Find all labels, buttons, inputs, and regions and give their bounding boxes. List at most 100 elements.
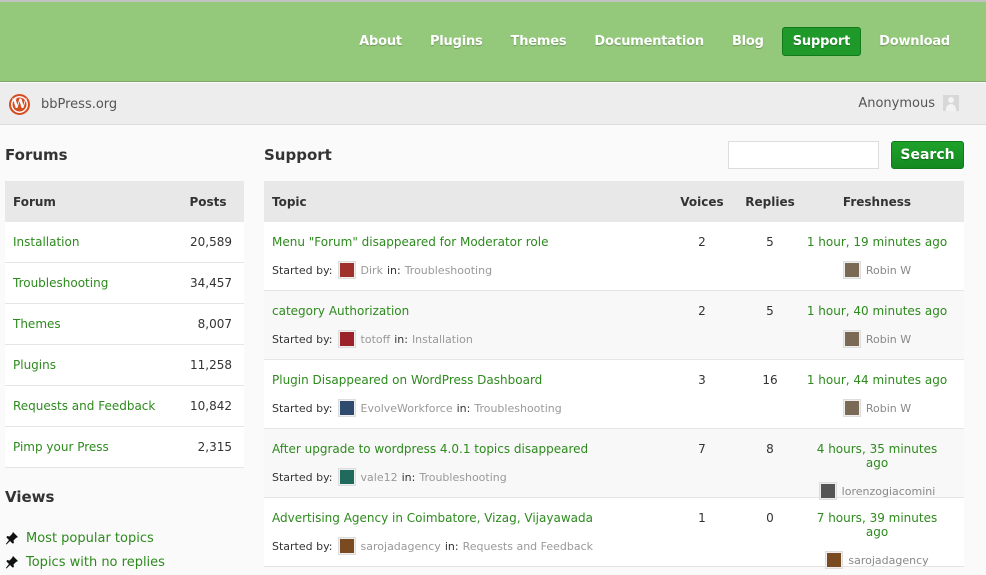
top-navigation-bar: About Plugins Themes Documentation Blog … [0,0,986,82]
forum-link[interactable]: Troubleshooting [5,276,184,290]
last-poster-avatar-icon [842,261,861,279]
author-link[interactable]: totoff [361,333,391,346]
freshness-link[interactable]: 1 hour, 19 minutes ago [804,235,950,249]
voices-count: 3 [698,373,706,387]
forum-link[interactable]: Themes [5,317,184,331]
forum-link[interactable]: Installation [5,235,184,249]
search-input[interactable] [728,141,879,169]
started-by-label: Started by: [272,263,333,277]
user-avatar-icon [943,95,959,111]
nav-blog[interactable]: Blog [718,27,778,56]
user-menu[interactable]: Anonymous [858,95,959,111]
freshness-cell: 7 hours, 39 minutes ago sarojadagency [804,498,964,569]
brand-link[interactable]: W bbPress.org [9,94,117,115]
freshness-cell: 1 hour, 19 minutes ago Robin W [804,222,964,290]
topics-table-header: Topic Voices Replies Freshness [264,181,964,222]
freshness-cell: 1 hour, 44 minutes ago Robin W [804,360,964,428]
pin-icon [5,532,18,545]
author-link[interactable]: sarojadagency [361,540,441,553]
view-most-popular[interactable]: Most popular topics [5,526,165,550]
topic-cell: After upgrade to wordpress 4.0.1 topics … [264,429,668,497]
voices-column-header: Voices [680,194,724,209]
freshness-cell: 4 hours, 35 minutes ago lorenzogiacomini [804,429,964,500]
topic-forum-link[interactable]: Requests and Feedback [463,540,594,553]
nav-about[interactable]: About [345,27,416,56]
forums-table-header: Forum Posts [5,181,244,222]
topic-title-link[interactable]: After upgrade to wordpress 4.0.1 topics … [272,442,668,456]
site-name: bbPress.org [41,97,118,112]
freshness-column-header: Freshness [842,194,912,209]
forum-row: Themes 8,007 [5,304,244,345]
view-label: Most popular topics [26,530,154,546]
site-bar: W bbPress.org Anonymous [0,83,986,125]
replies-count: 8 [766,442,774,456]
forum-link[interactable]: Requests and Feedback [5,399,184,413]
topic-column-header: Topic [272,194,307,209]
forum-post-count: 10,842 [190,399,232,413]
forum-row: Pimp your Press 2,315 [5,427,244,468]
nav-plugins[interactable]: Plugins [416,27,497,56]
forum-link[interactable]: Pimp your Press [5,440,184,454]
last-poster[interactable]: Robin W [804,261,950,279]
topic-title-link[interactable]: Menu "Forum" disappeared for Moderator r… [272,235,668,249]
nav-documentation[interactable]: Documentation [580,27,718,56]
support-heading: Support [264,146,332,164]
author-avatar-icon[interactable] [337,537,356,555]
topic-forum-link[interactable]: Troubleshooting [405,264,492,277]
nav-support[interactable]: Support [781,27,862,56]
forum-row: Plugins 11,258 [5,345,244,386]
topic-meta: Started by: vale12 in: Troubleshooting [272,468,668,486]
posts-column-header: Posts [189,194,227,209]
topic-forum-link[interactable]: Troubleshooting [419,471,506,484]
author-link[interactable]: Dirk [361,264,383,277]
replies-count: 5 [766,235,774,249]
views-heading: Views [5,488,55,506]
topic-title-link[interactable]: Plugin Disappeared on WordPress Dashboar… [272,373,668,387]
started-by-label: Started by: [272,470,333,484]
last-poster[interactable]: Robin W [804,399,950,417]
author-avatar-icon[interactable] [337,399,356,417]
topic-cell: Advertising Agency in Coimbatore, Vizag,… [264,498,668,566]
topic-row: Menu "Forum" disappeared for Moderator r… [264,222,964,291]
forum-post-count: 34,457 [190,276,232,290]
freshness-link[interactable]: 1 hour, 44 minutes ago [804,373,950,387]
last-poster-avatar-icon [825,551,844,569]
forum-column-header: Forum [13,194,56,209]
topic-title-link[interactable]: Advertising Agency in Coimbatore, Vizag,… [272,511,668,525]
freshness-cell: 1 hour, 40 minutes ago Robin W [804,291,964,359]
author-avatar-icon[interactable] [337,330,356,348]
author-avatar-icon[interactable] [337,261,356,279]
last-poster-name: lorenzogiacomini [841,484,936,498]
last-poster-avatar-icon [842,399,861,417]
wordpress-logo-icon: W [9,94,30,115]
author-link[interactable]: EvolveWorkforce [361,402,453,415]
replies-count: 16 [762,373,778,387]
forum-post-count: 11,258 [190,358,232,372]
views-list: Most popular topics Topics with no repli… [5,526,165,574]
freshness-link[interactable]: 1 hour, 40 minutes ago [804,304,950,318]
last-poster[interactable]: sarojadagency [804,551,950,569]
freshness-link[interactable]: 4 hours, 35 minutes ago [804,442,950,470]
author-avatar-icon[interactable] [337,468,356,486]
topic-cell: category Authorization Started by: totof… [264,291,668,359]
nav-themes[interactable]: Themes [497,27,581,56]
topic-title-link[interactable]: category Authorization [272,304,668,318]
last-poster-name: sarojadagency [848,553,929,567]
topic-forum-link[interactable]: Installation [412,333,473,346]
last-poster-name: Robin W [865,401,912,415]
search-button[interactable]: Search [891,141,964,169]
forum-link[interactable]: Plugins [5,358,184,372]
in-label: in: [456,401,471,415]
forums-table: Forum Posts Installation 20,589 Troubles… [5,181,244,468]
topic-cell: Plugin Disappeared on WordPress Dashboar… [264,360,668,428]
author-link[interactable]: vale12 [361,471,398,484]
freshness-link[interactable]: 7 hours, 39 minutes ago [804,511,950,539]
nav-download[interactable]: Download [865,27,964,56]
voices-count: 2 [698,304,706,318]
topic-forum-link[interactable]: Troubleshooting [474,402,561,415]
topics-table: Topic Voices Replies Freshness Menu "For… [264,181,964,569]
last-poster[interactable]: Robin W [804,330,950,348]
view-no-replies[interactable]: Topics with no replies [5,550,165,574]
topic-meta: Started by: totoff in: Installation [272,330,668,348]
replies-column-header: Replies [745,194,795,209]
